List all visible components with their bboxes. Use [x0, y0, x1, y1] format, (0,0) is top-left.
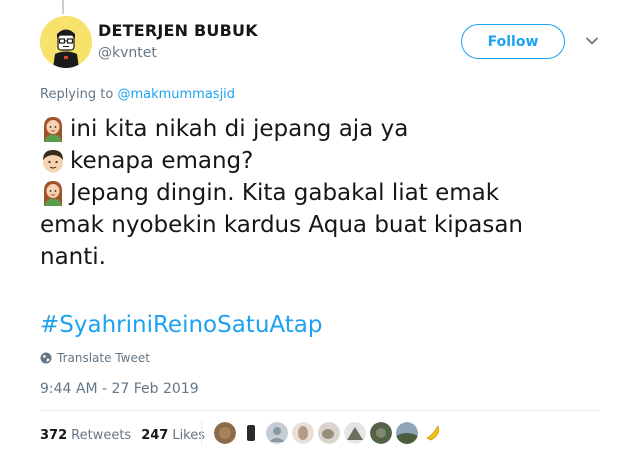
tweet-line-text: Jepang dingin. Kita gabakal liat emak: [70, 180, 500, 206]
divider: [40, 410, 600, 411]
hashtag-link[interactable]: #SyahriniReinoSatuAtap: [40, 312, 322, 338]
liker-avatar[interactable]: [370, 422, 392, 444]
liker-avatar[interactable]: [318, 422, 340, 444]
tweet-stats: 372 Retweets 247 Likes: [40, 428, 205, 443]
tweet-line-text: kenapa emang?: [70, 148, 254, 174]
reply-mention-link[interactable]: @makmummasjid: [117, 87, 235, 102]
tweet-line-text: ini kita nikah di jepang aja ya: [70, 116, 409, 142]
tweet-timestamp[interactable]: 9:44 AM - 27 Feb 2019: [40, 381, 199, 397]
stats-divider: [201, 420, 202, 446]
liker-avatar[interactable]: [214, 422, 236, 444]
liker-avatar[interactable]: [266, 422, 288, 444]
tweet-line-text: nanti.: [40, 244, 106, 270]
liker-avatar[interactable]: [240, 422, 262, 444]
likes-count: 247: [141, 428, 169, 443]
tweet-line: Jepang dingin. Kita gabakal liat emak: [40, 177, 600, 209]
avatar[interactable]: [40, 16, 92, 68]
replying-to-label: Replying to: [40, 87, 118, 102]
tweet-line: emak nyobekin kardus Aqua buat kipasan: [40, 209, 600, 241]
translate-tweet-link[interactable]: Translate Tweet: [40, 351, 150, 365]
thread-connector-line: [62, 0, 64, 14]
liker-avatar[interactable]: [422, 422, 444, 444]
retweets-count: 372: [40, 428, 68, 443]
retweets-label: Retweets: [71, 428, 132, 443]
tweet-text: ini kita nikah di jepang aja ya kenapa e…: [40, 113, 600, 273]
tweet-line: ini kita nikah di jepang aja ya: [40, 113, 600, 145]
tweet-line-text: emak nyobekin kardus Aqua buat kipasan: [40, 212, 523, 238]
translate-tweet-label[interactable]: Translate Tweet: [57, 351, 150, 365]
liker-avatar[interactable]: [292, 422, 314, 444]
likes-stat[interactable]: 247 Likes: [141, 428, 205, 443]
retweets-stat[interactable]: 372 Retweets: [40, 428, 131, 443]
display-name[interactable]: DETERJEN BUBUK: [98, 21, 258, 40]
globe-icon: [40, 352, 52, 364]
liker-avatar[interactable]: [344, 422, 366, 444]
user-handle[interactable]: @kvntet: [98, 45, 157, 61]
liker-avatar[interactable]: [396, 422, 418, 444]
replying-to: Replying to @makmummasjid: [40, 87, 235, 102]
woman-emoji-icon: [44, 117, 62, 142]
chevron-down-icon[interactable]: [583, 32, 601, 50]
boy-emoji-icon: [43, 150, 63, 173]
tweet-header: DETERJEN BUBUK @kvntet Follow: [40, 16, 620, 70]
follow-button[interactable]: Follow: [461, 24, 565, 59]
tweet-line: nanti.: [40, 241, 600, 273]
tweet-line: kenapa emang?: [40, 145, 600, 177]
liker-avatars: [214, 422, 448, 444]
woman-emoji-icon: [44, 181, 62, 206]
